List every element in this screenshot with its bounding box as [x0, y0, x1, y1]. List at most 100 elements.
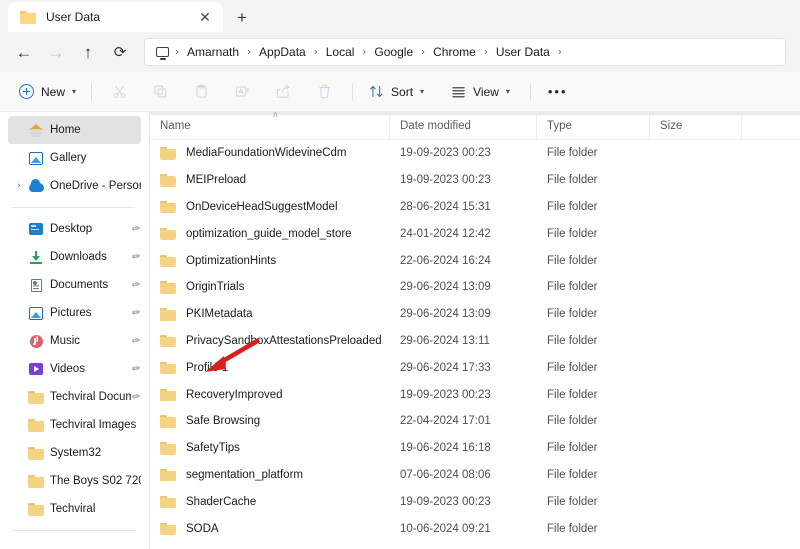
date-modified-cell: 19-09-2023 00:23 [400, 495, 491, 508]
chevron-down-icon[interactable]: ▾ [506, 87, 510, 96]
this-pc-icon[interactable] [151, 47, 173, 60]
column-header-name[interactable]: Name ∧ [150, 112, 390, 140]
type-cell: File folder [547, 174, 598, 187]
delete-button[interactable] [304, 77, 345, 107]
navigation-pane[interactable]: › Home › Gallery › OneDrive - Persona › [0, 112, 150, 549]
file-name-cell: RecoveryImproved [186, 388, 283, 401]
date-modified-cell: 19-09-2023 00:23 [400, 147, 491, 160]
toolbar-divider [352, 82, 354, 101]
rename-button[interactable] [222, 77, 263, 107]
view-button[interactable]: View ▾ [442, 77, 518, 107]
date-modified-cell: 29-06-2024 13:09 [400, 308, 491, 321]
share-button[interactable] [263, 77, 304, 107]
chevron-right-icon: › [12, 125, 26, 135]
cut-button[interactable] [99, 77, 140, 107]
sidebar-item-techviral[interactable]: › Techviral [8, 495, 141, 523]
file-list[interactable]: MediaFoundationWidevineCdm 19-09-2023 00:… [150, 140, 800, 542]
type-cell: File folder [547, 334, 598, 347]
column-header-row: Name ∧ Date modified Type Size [150, 112, 800, 140]
sidebar-item-label: Home [50, 124, 81, 136]
chevron-right-icon[interactable]: › [12, 181, 26, 191]
column-header-name-label: Name [160, 119, 191, 132]
sidebar-item-label: Music [50, 335, 81, 347]
sidebar-item-techviral-documents[interactable]: › Techviral Docum ✐ [8, 383, 141, 411]
gallery-icon [26, 151, 46, 165]
table-row[interactable]: OnDeviceHeadSuggestModel 28-06-2024 15:31… [150, 194, 800, 221]
breadcrumb-separator: › [362, 46, 367, 58]
folder-icon [160, 147, 176, 160]
column-header-date-modified[interactable]: Date modified [390, 112, 537, 140]
table-row[interactable]: PKIMetadata 29-06-2024 13:09 File folder [150, 301, 800, 328]
table-row[interactable]: optimization_guide_model_store 24-01-2024… [150, 220, 800, 247]
folder-icon [26, 503, 46, 516]
file-name-cell: ShaderCache [186, 495, 257, 508]
up-button[interactable]: ↑ [72, 36, 104, 68]
close-icon[interactable]: ✕ [193, 5, 217, 29]
sort-button[interactable]: Sort ▾ [360, 77, 432, 107]
table-row[interactable]: OriginTrials 29-06-2024 13:09 File folder [150, 274, 800, 301]
breadcrumb[interactable]: › Amarnath › AppData › Local › Google › … [144, 38, 786, 66]
breadcrumb-item-appdata[interactable]: AppData [253, 42, 312, 62]
table-row[interactable]: OptimizationHints 22-06-2024 16:24 File fo… [150, 247, 800, 274]
breadcrumb-item-amarnath[interactable]: Amarnath [181, 42, 245, 62]
table-row[interactable]: RecoveryImproved 19-09-2023 00:23 File fol… [150, 381, 800, 408]
sidebar-item-label: The Boys S02 720p [50, 475, 141, 487]
file-name-cell: SafetyTips [186, 442, 240, 455]
sidebar-item-videos[interactable]: › Videos ✐ [8, 355, 141, 383]
table-row[interactable]: Profile 1 29-06-2024 17:33 File folder [150, 354, 800, 381]
column-header-size[interactable]: Size [650, 112, 742, 140]
sidebar-item-gallery[interactable]: › Gallery [8, 144, 141, 172]
sidebar-item-desktop[interactable]: › Desktop ✐ [8, 215, 141, 243]
type-cell: File folder [547, 281, 598, 294]
chevron-down-icon[interactable]: ▾ [420, 87, 424, 96]
sidebar-item-downloads[interactable]: › Downloads ✐ [8, 243, 141, 271]
back-button[interactable]: ← [8, 36, 40, 68]
table-row[interactable]: PrivacySandboxAttestationsPreloaded 29-06… [150, 328, 800, 355]
breadcrumb-separator: › [313, 46, 318, 58]
breadcrumb-item-chrome[interactable]: Chrome [427, 42, 482, 62]
column-header-type[interactable]: Type [537, 112, 650, 140]
see-more-button[interactable]: ••• [538, 77, 578, 107]
breadcrumb-item-user-data[interactable]: User Data [490, 42, 556, 62]
table-row[interactable]: SafetyTips 19-06-2024 16:18 File folder [150, 435, 800, 462]
sidebar-item-system32[interactable]: › System32 [8, 439, 141, 467]
type-cell: File folder [547, 227, 598, 240]
table-row[interactable]: MEIPreload 19-09-2023 00:23 File folder [150, 167, 800, 194]
address-bar: ← → ↑ ⟳ › Amarnath › AppData › Local › G… [0, 32, 800, 72]
sidebar-item-the-boys-s02-720p[interactable]: › The Boys S02 720p [8, 467, 141, 495]
type-cell: File folder [547, 495, 598, 508]
sidebar-item-label: Techviral Images [50, 419, 137, 431]
new-button[interactable]: New ▾ [10, 77, 84, 107]
forward-button[interactable]: → [40, 36, 72, 68]
type-cell: File folder [547, 254, 598, 267]
sidebar-item-documents[interactable]: › Documents ✐ [8, 271, 141, 299]
breadcrumb-item-google[interactable]: Google [368, 42, 419, 62]
paste-button[interactable] [181, 77, 222, 107]
breadcrumb-item-local[interactable]: Local [320, 42, 361, 62]
sidebar-item-home[interactable]: › Home [8, 116, 141, 144]
table-row[interactable]: MediaFoundationWidevineCdm 19-09-2023 00:… [150, 140, 800, 167]
date-modified-cell: 29-06-2024 17:33 [400, 361, 491, 374]
new-tab-button[interactable]: + [227, 2, 257, 32]
refresh-button[interactable]: ⟳ [104, 36, 136, 68]
new-label: New [41, 84, 66, 99]
sidebar-item-onedrive[interactable]: › OneDrive - Persona [8, 172, 141, 200]
folder-icon [160, 442, 176, 455]
chevron-down-icon[interactable]: ▾ [72, 87, 76, 96]
sidebar-item-music[interactable]: › Music ✐ [8, 327, 141, 355]
folder-icon [160, 334, 176, 348]
copy-button[interactable] [140, 77, 181, 107]
sidebar-item-techviral-images[interactable]: › Techviral Images [8, 411, 141, 439]
type-cell: File folder [547, 468, 598, 481]
file-name-cell: OriginTrials [186, 281, 245, 294]
sidebar-item-pictures[interactable]: › Pictures ✐ [8, 299, 141, 327]
folder-icon [160, 388, 176, 402]
table-row[interactable]: Safe Browsing 22-04-2024 17:01 File folder [150, 408, 800, 435]
tab-user-data[interactable]: User Data ✕ [8, 2, 223, 32]
table-row[interactable]: ShaderCache 19-09-2023 00:23 File folder [150, 488, 800, 515]
table-row[interactable]: SODA 10-06-2024 09:21 File folder [150, 515, 800, 542]
file-list-pane[interactable]: Name ∧ Date modified Type Size MediaFoun… [150, 112, 800, 549]
table-row[interactable]: segmentation_platform 07-06-2024 08:06 Fil… [150, 462, 800, 489]
folder-icon [160, 174, 176, 187]
folder-icon [26, 475, 46, 488]
